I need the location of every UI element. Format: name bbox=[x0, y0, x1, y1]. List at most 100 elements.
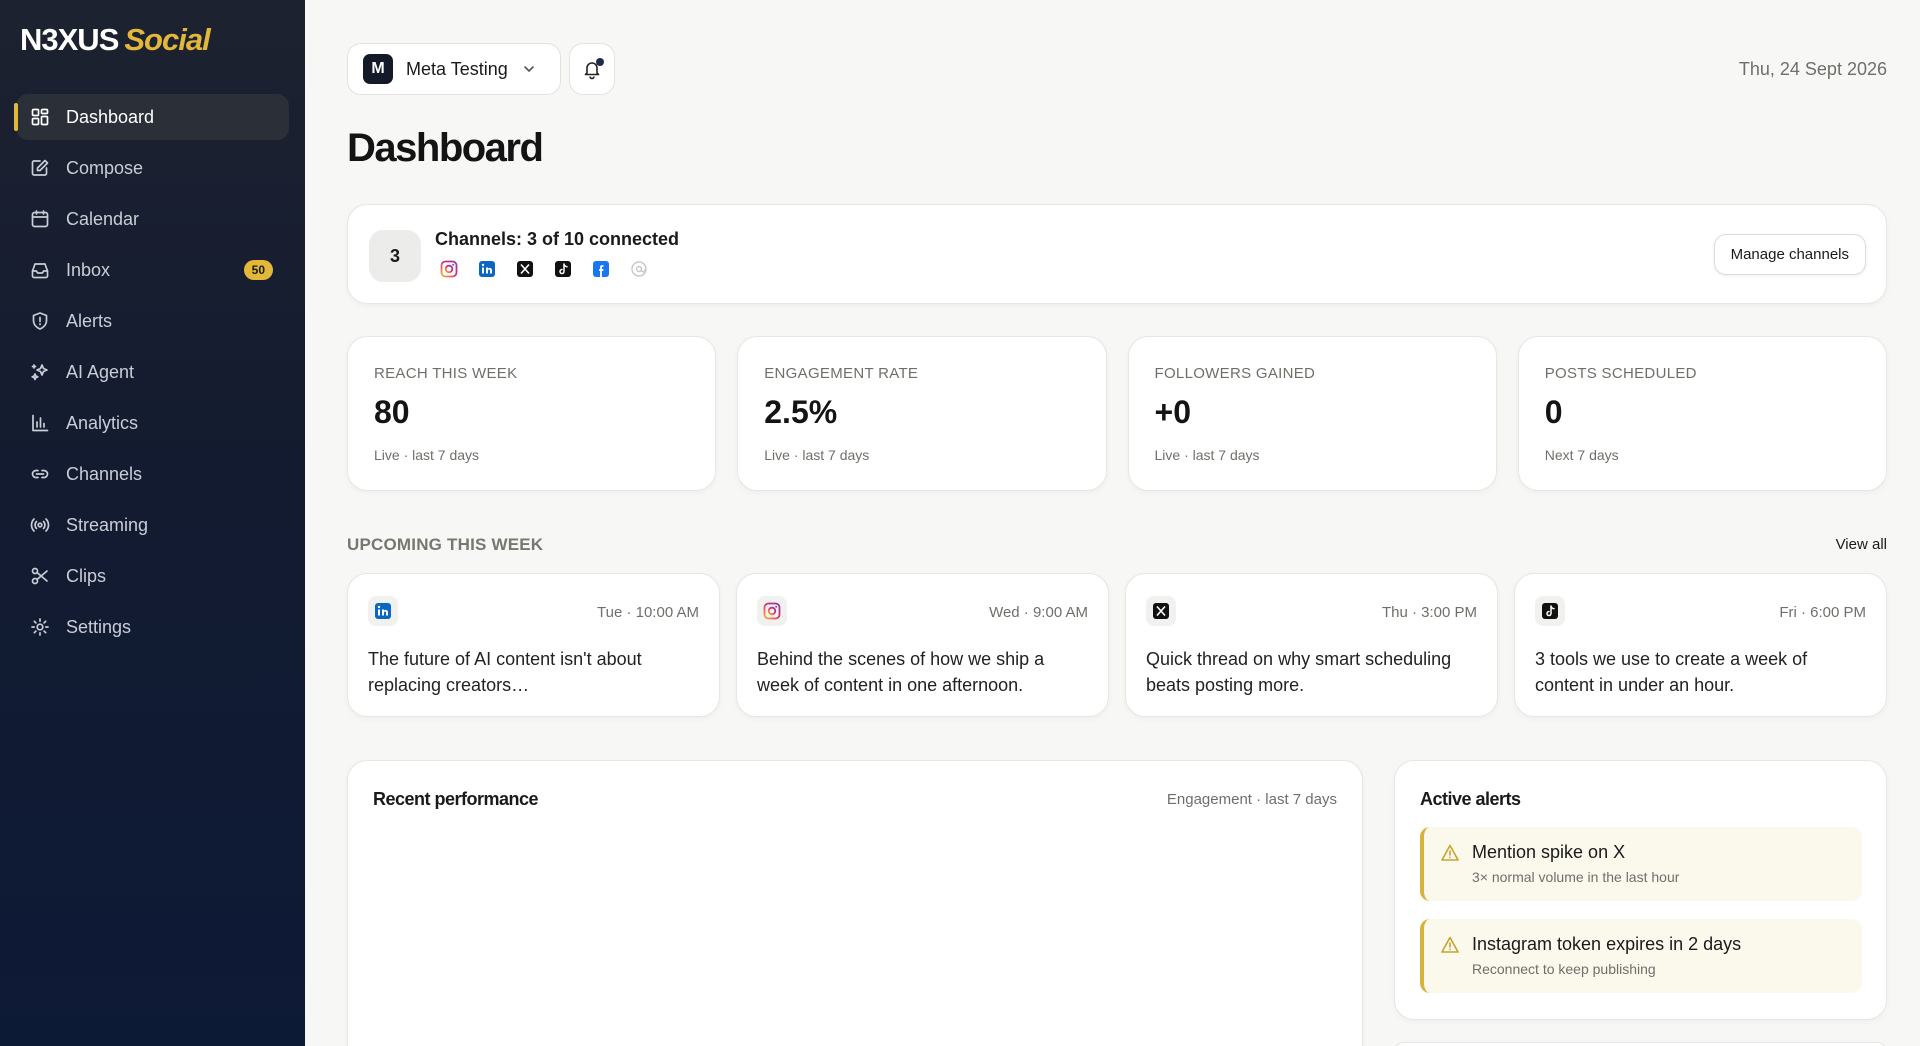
chevron-down-icon bbox=[523, 66, 534, 72]
performance-subtitle: Engagement · last 7 days bbox=[1166, 791, 1337, 808]
sidebar-item-label: Calendar bbox=[66, 208, 140, 229]
alert-item[interactable]: Instagram token expires in 2 days Reconn… bbox=[1420, 919, 1862, 993]
scissors-icon bbox=[30, 566, 50, 586]
sidebar-item-settings[interactable]: Settings bbox=[16, 604, 289, 650]
sidebar-item-label: AI Agent bbox=[66, 361, 135, 382]
sidebar: N3XUS Social Dashboard Compose Calendar I… bbox=[0, 0, 305, 1046]
upcoming-post-card[interactable]: Fri · 6:00 PM 3 tools we use to create a… bbox=[1514, 573, 1887, 717]
stat-value: 2.5% bbox=[764, 394, 838, 430]
sidebar-item-label: Streaming bbox=[66, 514, 149, 535]
post-time: Tue · 10:00 AM bbox=[597, 604, 699, 621]
stat-label: REACH THIS WEEK bbox=[374, 365, 518, 382]
stat-value: 80 bbox=[374, 394, 410, 430]
sidebar-item-alerts[interactable]: Alerts bbox=[16, 298, 289, 344]
post-text: 3 tools we use to create a week of conte… bbox=[1535, 649, 1808, 695]
compose-icon bbox=[30, 158, 50, 178]
instagram-icon bbox=[757, 596, 787, 626]
current-date: Thu, 24 Sept 2026 bbox=[1738, 59, 1887, 79]
broadcast-icon bbox=[30, 515, 50, 535]
brand-logo[interactable]: N3XUS Social bbox=[20, 22, 211, 58]
post-text: Behind the scenes of how we ship a week … bbox=[757, 649, 1045, 695]
upcoming-post-card[interactable]: Tue · 10:00 AM The future of AI content … bbox=[347, 573, 720, 717]
brand-suffix: Social bbox=[124, 22, 210, 57]
sidebar-item-analytics[interactable]: Analytics bbox=[16, 400, 289, 446]
stats-row: REACH THIS WEEK 80 Live · last 7 days EN… bbox=[347, 336, 1887, 491]
linkedin-icon bbox=[368, 596, 398, 626]
channels-title: Channels: 3 of 10 connected bbox=[435, 229, 680, 249]
x-icon[interactable] bbox=[516, 260, 534, 278]
stat-value: +0 bbox=[1154, 394, 1191, 430]
channel-count-badge: 3 bbox=[369, 230, 421, 282]
sidebar-item-inbox[interactable]: Inbox 50 bbox=[16, 247, 289, 293]
channels-card: 3 Channels: 3 of 10 connected Manage cha… bbox=[347, 204, 1887, 304]
alerts-title: Active alerts bbox=[1420, 789, 1521, 809]
bar-chart-icon bbox=[30, 413, 50, 433]
sidebar-nav: Dashboard Compose Calendar Inbox 50 Aler… bbox=[14, 94, 289, 655]
stat-card-posts-scheduled: POSTS SCHEDULED 0 Next 7 days bbox=[1517, 336, 1887, 491]
channel-icons bbox=[440, 260, 648, 278]
main-content: M Meta Testing Thu, 24 Sept 2026 Dashboa… bbox=[305, 0, 1920, 1046]
upcoming-post-card[interactable]: Thu · 3:00 PM Quick thread on why smart … bbox=[1125, 573, 1498, 717]
post-time: Wed · 9:00 AM bbox=[989, 604, 1088, 621]
sidebar-item-calendar[interactable]: Calendar bbox=[16, 196, 289, 242]
recent-performance-card: Recent performance Engagement · last 7 d… bbox=[347, 760, 1363, 1046]
upcoming-section-title: UPCOMING THIS WEEK bbox=[347, 535, 544, 554]
stat-subtext: Next 7 days bbox=[1544, 447, 1619, 463]
tiktok-icon[interactable] bbox=[554, 260, 572, 278]
calendar-icon bbox=[30, 209, 50, 229]
stat-subtext: Live · last 7 days bbox=[764, 447, 870, 463]
sidebar-item-label: Compose bbox=[66, 157, 144, 178]
inbox-count-badge: 50 bbox=[243, 260, 273, 280]
warning-icon bbox=[1441, 844, 1459, 861]
shield-icon bbox=[30, 311, 50, 331]
alert-title: Instagram token expires in 2 days bbox=[1472, 934, 1742, 954]
workspace-avatar: M bbox=[363, 54, 393, 84]
stat-card-followers: FOLLOWERS GAINED +0 Live · last 7 days bbox=[1127, 336, 1497, 491]
view-all-link[interactable]: View all bbox=[1836, 536, 1887, 553]
sidebar-item-label: Clips bbox=[66, 565, 107, 586]
post-time: Thu · 3:00 PM bbox=[1381, 604, 1477, 621]
warning-icon bbox=[1441, 936, 1459, 953]
threads-icon[interactable] bbox=[630, 260, 648, 278]
active-alerts-card: Active alerts Mention spike on X 3× norm… bbox=[1394, 760, 1887, 1020]
stat-label: POSTS SCHEDULED bbox=[1544, 365, 1697, 382]
stat-label: FOLLOWERS GAINED bbox=[1154, 365, 1316, 382]
sidebar-item-label: Inbox bbox=[66, 259, 111, 280]
notification-dot bbox=[596, 58, 604, 66]
sidebar-item-clips[interactable]: Clips bbox=[16, 553, 289, 599]
stat-subtext: Live · last 7 days bbox=[1154, 447, 1260, 463]
performance-title: Recent performance bbox=[373, 789, 539, 809]
workspace-switcher[interactable]: M Meta Testing bbox=[347, 43, 561, 95]
sidebar-item-ai-agent[interactable]: AI Agent bbox=[16, 349, 289, 395]
stat-card-reach: REACH THIS WEEK 80 Live · last 7 days bbox=[347, 336, 717, 491]
tiktok-icon bbox=[1535, 596, 1565, 626]
sidebar-item-dashboard[interactable]: Dashboard bbox=[14, 94, 289, 140]
brand-name: N3XUS bbox=[20, 22, 119, 57]
post-text: The future of AI content isn't about rep… bbox=[368, 649, 642, 695]
sparkles-icon bbox=[30, 362, 50, 382]
sidebar-item-label: Channels bbox=[66, 463, 143, 484]
facebook-icon[interactable] bbox=[592, 260, 610, 278]
post-time: Fri · 6:00 PM bbox=[1779, 604, 1866, 621]
alert-description: Reconnect to keep publishing bbox=[1472, 961, 1656, 977]
stat-card-engagement: ENGAGEMENT RATE 2.5% Live · last 7 days bbox=[737, 336, 1107, 491]
sidebar-item-label: Analytics bbox=[66, 412, 139, 433]
upcoming-post-card[interactable]: Wed · 9:00 AM Behind the scenes of how w… bbox=[736, 573, 1109, 717]
sidebar-item-compose[interactable]: Compose bbox=[16, 145, 289, 191]
sidebar-item-channels[interactable]: Channels bbox=[16, 451, 289, 497]
linkedin-icon[interactable] bbox=[478, 260, 496, 278]
gear-icon bbox=[30, 617, 50, 637]
link-icon bbox=[30, 464, 50, 484]
next-card-edge bbox=[1394, 1042, 1887, 1046]
alert-item[interactable]: Mention spike on X 3× normal volume in t… bbox=[1420, 827, 1862, 901]
manage-channels-button[interactable]: Manage channels bbox=[1713, 234, 1866, 275]
notifications-button[interactable] bbox=[569, 43, 615, 95]
instagram-icon[interactable] bbox=[440, 260, 458, 278]
inbox-icon bbox=[30, 260, 50, 280]
post-text: Quick thread on why smart scheduling bea… bbox=[1146, 649, 1452, 695]
x-icon bbox=[1146, 596, 1176, 626]
grid-icon bbox=[30, 107, 50, 127]
sidebar-item-streaming[interactable]: Streaming bbox=[16, 502, 289, 548]
alert-description: 3× normal volume in the last hour bbox=[1472, 869, 1680, 885]
alert-title: Mention spike on X bbox=[1472, 842, 1626, 862]
